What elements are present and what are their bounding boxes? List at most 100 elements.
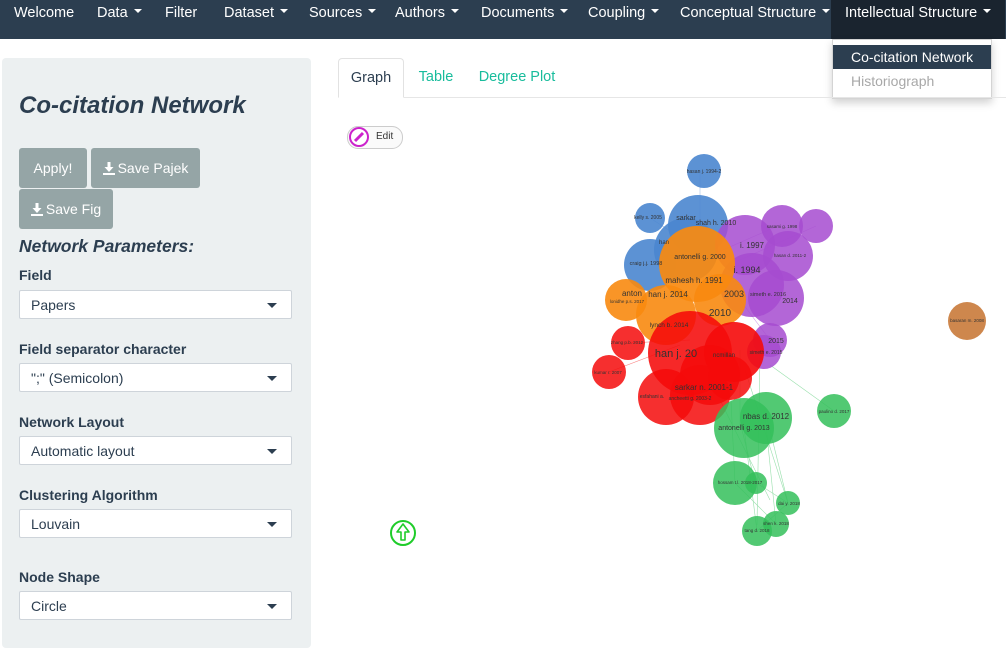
node-label: hasan d. 2011-2 — [774, 253, 807, 258]
tab-table[interactable]: Table — [410, 58, 462, 97]
page-title: Co-citation Network — [19, 92, 246, 119]
node-label: han j. 2014 — [648, 290, 688, 299]
node-label: 2003 — [724, 289, 744, 299]
network-layout-select[interactable]: Automatic layout — [19, 436, 292, 465]
node-label: basaran m. 2008 — [950, 318, 984, 323]
separator-select-value: ";" (Semicolon) — [31, 370, 124, 386]
node-label: kelly s. 2005 — [634, 215, 662, 221]
sidebar-panel: Co-citation Network Apply! Save Pajek Sa… — [2, 58, 311, 648]
node-label: zhang p.b. 2012 — [611, 340, 644, 345]
separator-select[interactable]: ";" (Semicolon) — [19, 363, 292, 392]
node-label: sarkar n. 2001-1 — [675, 383, 734, 392]
co-citation-network-graph[interactable]: hasan j. 1994-2 kelly s. 2005 sarkar sha… — [320, 100, 1006, 641]
node-label: shen k. 2018 — [763, 521, 789, 526]
field-label: Field — [19, 267, 52, 283]
nav-conceptual-structure[interactable]: Conceptual Structure — [666, 0, 844, 39]
node-label: paulino d. 2017 — [819, 409, 850, 414]
chevron-down-icon — [651, 9, 660, 14]
field-select[interactable]: Papers — [19, 290, 292, 319]
nav-filter-label: Filter — [165, 5, 198, 21]
chevron-down-icon — [450, 9, 459, 14]
node-label: hasan j. 1994-2 — [687, 169, 722, 175]
top-navbar: Welcome Data Filter Dataset Sources Auth… — [0, 0, 1006, 39]
tab-graph[interactable]: Graph — [338, 58, 404, 98]
node-label: kumar r. 2007 — [594, 370, 622, 375]
nav-welcome[interactable]: Welcome — [0, 0, 88, 39]
save-fig-button[interactable]: Save Fig — [19, 189, 113, 229]
graph-nodes — [592, 154, 986, 546]
nav-data-label: Data — [97, 5, 128, 21]
node-label: lonidhe p.s. 2017 — [610, 299, 645, 304]
nav-dataset-label: Dataset — [224, 5, 274, 21]
chevron-down-icon — [279, 9, 288, 14]
upload-icon[interactable] — [390, 520, 416, 546]
network-layout-label: Network Layout — [19, 414, 125, 430]
nav-documents[interactable]: Documents — [467, 0, 582, 39]
network-layout-select-value: Automatic layout — [31, 443, 135, 459]
nav-dataset[interactable]: Dataset — [210, 0, 302, 39]
nav-authors-label: Authors — [395, 5, 445, 21]
node-label: sarkar — [676, 215, 696, 222]
field-select-value: Papers — [31, 297, 76, 313]
chevron-down-icon — [560, 9, 569, 14]
node-label: han j. 20 — [655, 348, 697, 360]
download-icon — [30, 203, 43, 216]
node-label: 2015 — [768, 338, 784, 345]
node-label: dai y. 2018 — [778, 501, 800, 506]
node-label: han — [659, 240, 669, 246]
clustering-algorithm-select[interactable]: Louvain — [19, 509, 292, 538]
chevron-down-icon — [267, 449, 277, 454]
node-shape-label: Node Shape — [19, 569, 100, 585]
clustering-algorithm-select-value: Louvain — [31, 516, 81, 532]
nav-intellectual-structure[interactable]: Intellectual Structure — [831, 0, 1006, 39]
node-label: antonelli g. 2000 — [674, 254, 725, 261]
save-pajek-label: Save Pajek — [117, 160, 189, 176]
nav-sources-label: Sources — [309, 5, 363, 21]
download-icon — [102, 162, 115, 175]
nav-coupling-label: Coupling — [588, 5, 646, 21]
node-label: craig j.j. 1998 — [630, 261, 663, 267]
chevron-down-icon — [267, 604, 277, 609]
tab-bar: Graph Table Degree Plot — [338, 58, 1006, 98]
chevron-down-icon — [983, 9, 992, 14]
apply-button-label: Apply! — [33, 160, 73, 176]
node-label: mahesh h. 1991 — [665, 276, 723, 285]
network-parameters-heading: Network Parameters: — [19, 236, 195, 256]
nav-authors[interactable]: Authors — [381, 0, 473, 39]
node-label: i. 1997 — [740, 241, 765, 250]
chevron-down-icon — [368, 9, 377, 14]
node-label: 2014 — [782, 298, 798, 305]
node-label: tang d. 2018 — [744, 528, 770, 533]
apply-button[interactable]: Apply! — [19, 148, 87, 188]
chevron-down-icon — [267, 522, 277, 527]
chevron-down-icon — [822, 9, 831, 14]
node-label: esfahani a. — [640, 394, 664, 400]
node-label: simeth e. 2016 — [750, 292, 786, 298]
node-label: antonelli g. 2013 — [718, 425, 769, 432]
chevron-down-icon — [267, 376, 277, 381]
node-label: ncmillan — [713, 353, 735, 359]
chevron-down-icon — [133, 9, 142, 14]
nav-sources[interactable]: Sources — [295, 0, 390, 39]
node-label: ancheetti g. 2003-2 — [669, 396, 712, 402]
chevron-down-icon — [267, 303, 277, 308]
node-label: lynch b. 2014 — [650, 322, 689, 329]
nav-data[interactable]: Data — [83, 0, 156, 39]
node-shape-select[interactable]: Circle — [19, 591, 292, 620]
nav-conceptual-structure-label: Conceptual Structure — [680, 5, 817, 21]
nav-filter[interactable]: Filter — [151, 0, 211, 39]
network-node[interactable] — [708, 356, 752, 400]
nav-documents-label: Documents — [481, 5, 555, 21]
tab-degree-plot[interactable]: Degree Plot — [474, 58, 560, 97]
save-pajek-button[interactable]: Save Pajek — [91, 148, 200, 188]
node-label: simeth e. 2015 — [750, 350, 783, 356]
node-label: hossam t.l. 2018-2017 — [718, 480, 763, 485]
node-label: i. 1994 — [733, 265, 760, 275]
nav-welcome-label: Welcome — [14, 5, 75, 21]
node-label: nbas d. 2012 — [743, 412, 790, 421]
separator-label: Field separator character — [19, 341, 187, 357]
nav-intellectual-structure-label: Intellectual Structure — [845, 5, 978, 21]
save-fig-label: Save Fig — [45, 201, 102, 217]
nav-coupling[interactable]: Coupling — [574, 0, 673, 39]
node-label: 2010 — [709, 308, 732, 319]
